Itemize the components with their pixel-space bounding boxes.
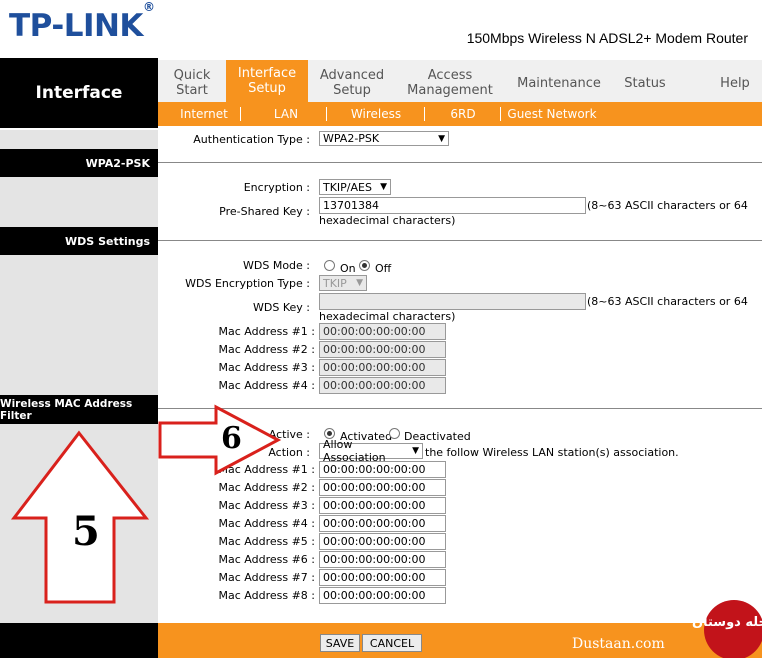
watermark-logo-icon: مجله دوستان: [692, 600, 762, 658]
router-admin-page: TP-LINK® 150Mbps Wireless N ADSL2+ Modem…: [0, 0, 762, 658]
annotation-number-6: 6: [221, 421, 242, 456]
watermark-logo-text: مجله دوستان: [692, 615, 762, 630]
annotation-arrows: [10, 404, 282, 604]
watermark-text: Dustaan.com: [572, 636, 665, 652]
arrow-right-icon: [158, 404, 282, 476]
annotation-number-5: 5: [72, 508, 100, 555]
